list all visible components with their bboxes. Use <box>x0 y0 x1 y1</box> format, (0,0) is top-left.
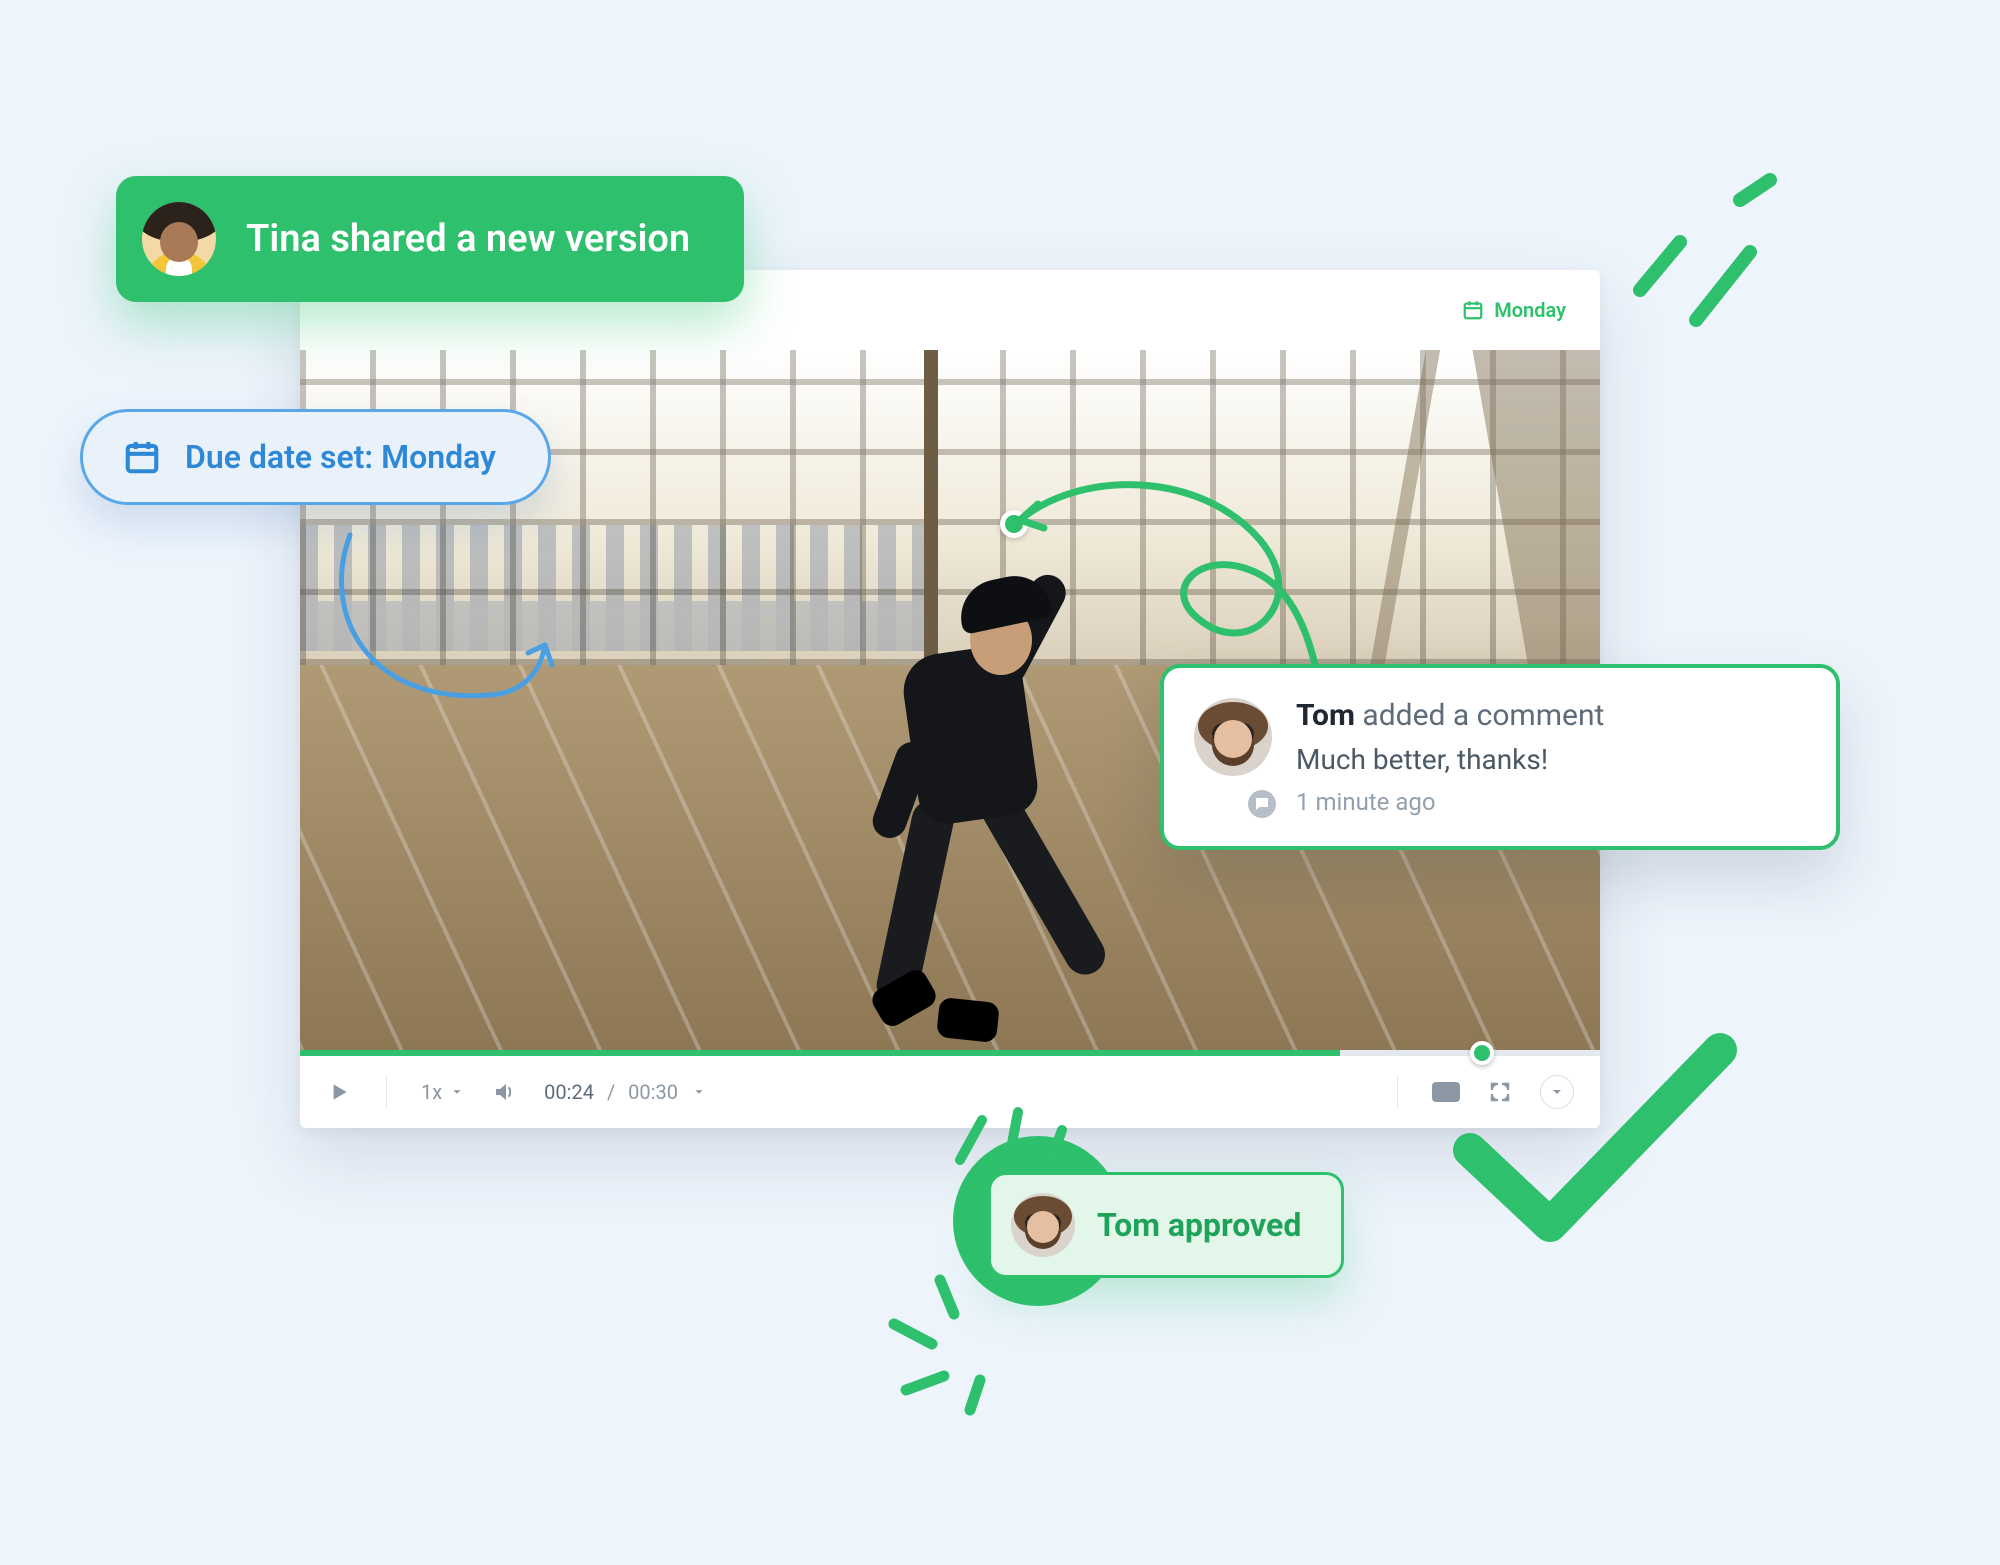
time-separator: / <box>602 1080 620 1104</box>
control-divider <box>386 1075 387 1109</box>
time-display[interactable]: 00:24 / 00:30 <box>544 1080 706 1104</box>
comment-body: Much better, thanks! <box>1296 743 1800 776</box>
timeline-progress <box>300 1050 1340 1056</box>
comment-author: Tom <box>1296 698 1355 733</box>
emphasis-burst-top-right <box>1620 170 1800 340</box>
due-date-chip[interactable]: Monday <box>1462 298 1566 322</box>
time-current: 00:24 <box>544 1080 594 1104</box>
avatar-tom <box>1194 698 1272 776</box>
time-total: 00:30 <box>628 1080 678 1104</box>
notification-due-date-text: Due date set: Monday <box>185 438 496 476</box>
control-divider <box>1397 1075 1398 1109</box>
notification-shared-version[interactable]: Tina shared a new version <box>116 176 744 302</box>
notification-due-date[interactable]: Due date set: Monday <box>80 409 551 505</box>
comment-action: added a comment <box>1355 698 1604 733</box>
play-button[interactable] <box>326 1079 352 1105</box>
calendar-icon <box>123 438 161 476</box>
comment-header: Tom added a comment <box>1296 698 1800 733</box>
comment-timestamp: 1 minute ago <box>1296 788 1800 816</box>
volume-button[interactable] <box>492 1080 516 1104</box>
annotation-marker[interactable] <box>1000 510 1028 538</box>
playback-speed-value: 1x <box>421 1080 442 1104</box>
video-timeline[interactable] <box>300 1050 1600 1056</box>
avatar-tom <box>1011 1193 1075 1257</box>
player-controls: 1x 00:24 / 00:30 <box>300 1056 1600 1128</box>
notification-approved[interactable]: Tom approved <box>988 1172 1344 1278</box>
playback-speed-button[interactable]: 1x <box>421 1080 464 1104</box>
comment-icon <box>1244 786 1280 822</box>
comment-card[interactable]: Tom added a comment Much better, thanks!… <box>1160 664 1840 850</box>
due-date-label: Monday <box>1494 298 1566 322</box>
calendar-icon <box>1462 299 1484 321</box>
notification-approved-text: Tom approved <box>1097 1206 1301 1244</box>
avatar-tina <box>142 202 216 276</box>
dancer-figure <box>820 560 1120 1020</box>
checkmark-icon <box>1440 1020 1750 1260</box>
notification-shared-text: Tina shared a new version <box>246 217 690 261</box>
